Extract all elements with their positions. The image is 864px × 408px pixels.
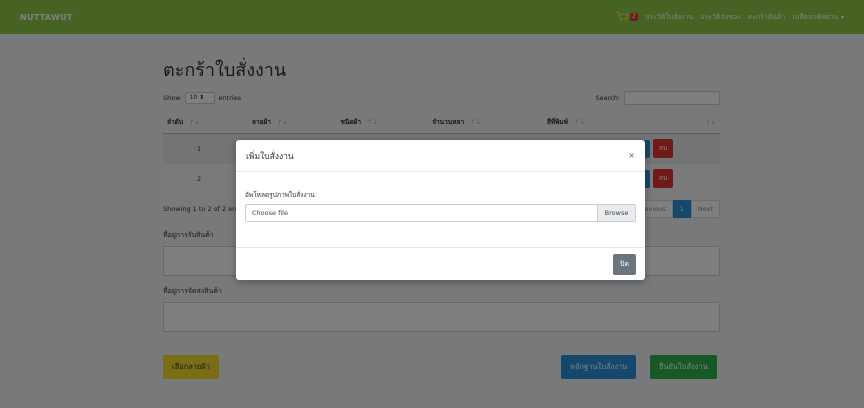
- modal-close-button[interactable]: ปิด: [613, 253, 636, 275]
- add-order-modal: เพิ่มใบสั่งงาน × อัพโหลดรูปภาพใบสั่งงาน …: [236, 140, 645, 280]
- modal-title: เพิ่มใบสั่งงาน: [246, 151, 294, 162]
- modal-body: อัพโหลดรูปภาพใบสั่งงาน Choose file Brows…: [236, 172, 645, 248]
- file-placeholder[interactable]: Choose file: [246, 205, 597, 221]
- modal-footer: ปิด: [236, 248, 645, 280]
- browse-button[interactable]: Browse: [597, 205, 635, 221]
- upload-label: อัพโหลดรูปภาพใบสั่งงาน: [245, 191, 315, 199]
- close-icon[interactable]: ×: [628, 151, 635, 160]
- file-upload-input[interactable]: Choose file Browse: [245, 204, 636, 222]
- modal-header: เพิ่มใบสั่งงาน ×: [236, 140, 645, 172]
